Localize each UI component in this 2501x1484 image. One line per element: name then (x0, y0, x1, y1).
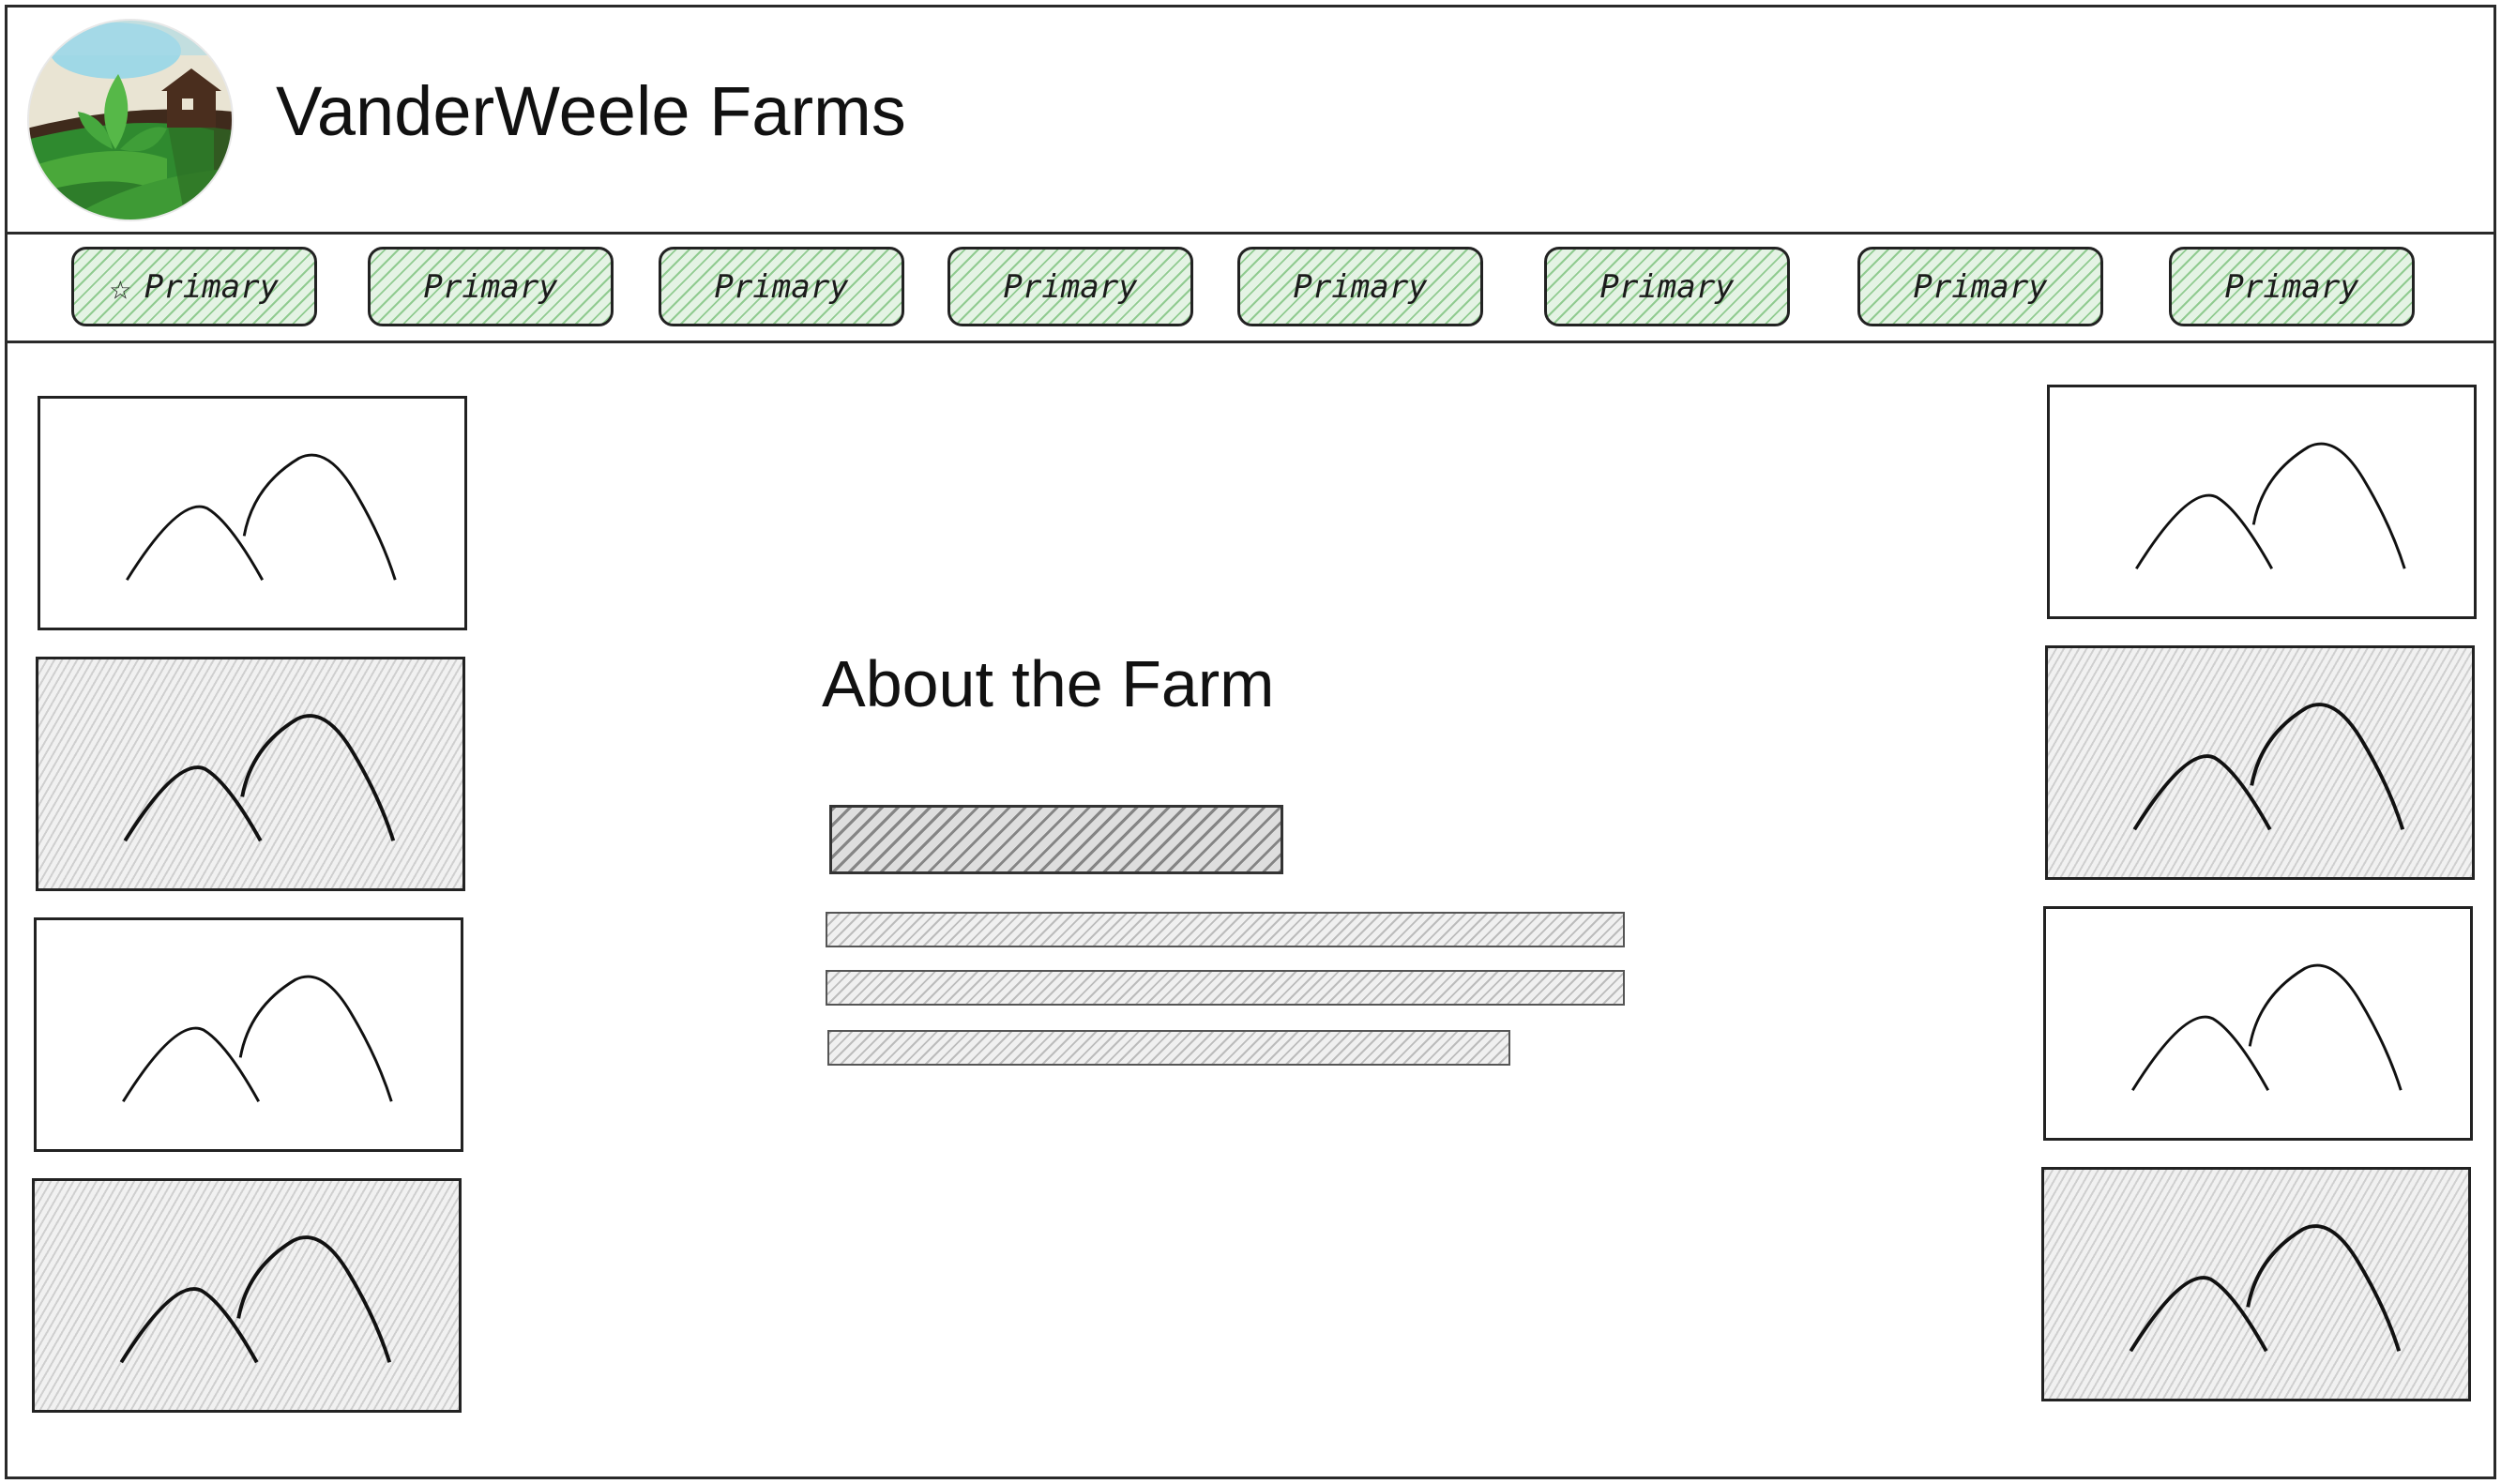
nav-button-2[interactable]: Primary (368, 247, 614, 326)
text-line-placeholder (826, 912, 1625, 947)
text-line-placeholder (826, 970, 1625, 1006)
nav-button-5[interactable]: Primary (1237, 247, 1483, 326)
nav-button-3[interactable]: Primary (659, 247, 904, 326)
text-line-placeholder (827, 1030, 1510, 1066)
nav-button-label: Primary (1293, 267, 1428, 306)
star-icon: ☆ (109, 265, 131, 308)
nav-button-1[interactable]: ☆ Primary (71, 247, 317, 326)
image-placeholder-right-2[interactable] (2045, 645, 2475, 880)
image-icon (122, 975, 393, 1103)
nav-button-label: Primary (1913, 267, 2048, 306)
image-placeholder-left-1[interactable] (38, 396, 467, 630)
nav-button-label: Primary (714, 267, 849, 306)
nav-button-4[interactable]: Primary (947, 247, 1193, 326)
image-placeholder-right-1[interactable] (2047, 385, 2477, 619)
image-placeholder-left-4[interactable] (32, 1178, 462, 1413)
nav-button-7[interactable]: Primary (1857, 247, 2103, 326)
nav-button-label: Primary (423, 267, 558, 306)
farm-logo-icon[interactable] (26, 18, 235, 222)
nav-button-label: Primary (1599, 267, 1735, 306)
site-header: VanderWeele Farms (8, 8, 2493, 235)
image-icon (2135, 442, 2406, 570)
primary-nav: ☆ Primary Primary Primary Primary Primar… (8, 235, 2493, 343)
image-icon (2132, 703, 2405, 831)
image-icon (2129, 1224, 2402, 1353)
image-icon (2131, 963, 2402, 1092)
about-heading: About the Farm (822, 647, 1275, 720)
nav-button-label: Primary (1003, 267, 1138, 306)
nav-button-6[interactable]: Primary (1544, 247, 1790, 326)
image-icon (123, 714, 396, 842)
image-placeholder-right-3[interactable] (2043, 906, 2473, 1141)
image-placeholder-right-4[interactable] (2041, 1167, 2471, 1401)
nav-button-label: Primary (2224, 267, 2359, 306)
nav-button-label: Primary (144, 267, 280, 306)
image-placeholder-left-2[interactable] (36, 657, 465, 891)
image-icon (126, 453, 397, 582)
subheading-placeholder (829, 805, 1283, 874)
page-frame: VanderWeele Farms ☆ Primary Primary Prim… (5, 5, 2496, 1479)
image-icon (119, 1235, 392, 1364)
image-placeholder-left-3[interactable] (34, 917, 463, 1152)
nav-button-8[interactable]: Primary (2169, 247, 2415, 326)
site-title: VanderWeele Farms (276, 72, 906, 150)
